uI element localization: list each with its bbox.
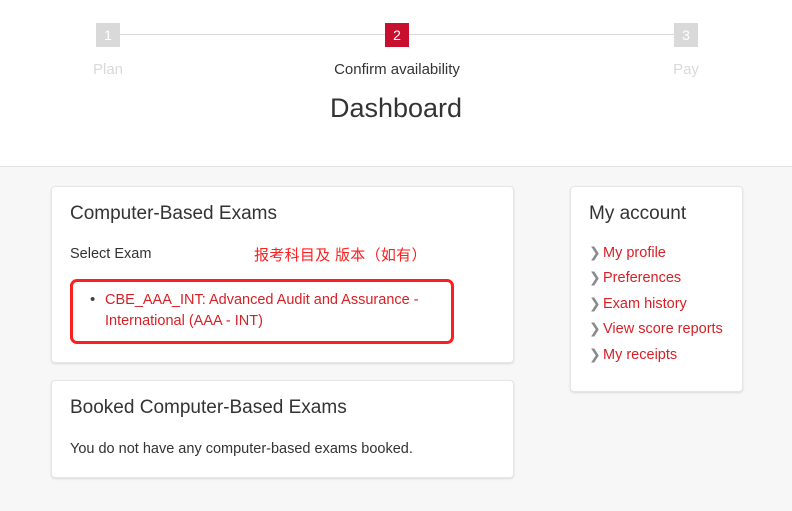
annotation-chinese-note: 报考科目及 版本（如有） — [254, 246, 427, 264]
list-item[interactable]: ❯ My profile — [589, 242, 724, 264]
select-exam-label: Select Exam — [70, 245, 152, 262]
chevron-right-icon: ❯ — [589, 320, 601, 337]
list-item[interactable]: ❯ View score reports — [589, 318, 724, 340]
stepper-step-plan[interactable]: 1 Plan — [28, 23, 188, 78]
account-link-view-score-reports[interactable]: View score reports — [603, 318, 723, 340]
booked-exams-empty-message: You do not have any computer-based exams… — [70, 440, 413, 457]
exam-list: CBE_AAA_INT: Advanced Audit and Assuranc… — [83, 289, 441, 332]
stepper-step-confirm-availability[interactable]: 2 Confirm availability — [317, 23, 477, 78]
my-account-title: My account — [589, 203, 687, 224]
exam-link-aaa-int[interactable]: CBE_AAA_INT: Advanced Audit and Assuranc… — [105, 292, 419, 329]
stepper-step-3-badge: 3 — [674, 23, 698, 47]
list-item[interactable]: ❯ My receipts — [589, 344, 724, 366]
page-header: 1 Plan 2 Confirm availability 3 Pay Dash… — [0, 0, 792, 167]
computer-based-exams-card: Computer-Based Exams Select Exam 报考科目及 版… — [51, 186, 514, 363]
computer-based-exams-title: Computer-Based Exams — [70, 203, 277, 224]
chevron-right-icon: ❯ — [589, 345, 601, 362]
chevron-right-icon: ❯ — [589, 269, 601, 286]
booked-computer-based-exams-card: Booked Computer-Based Exams You do not h… — [51, 379, 514, 478]
main-column: Computer-Based Exams Select Exam 报考科目及 版… — [51, 186, 514, 495]
booked-exams-title: Booked Computer-Based Exams — [70, 396, 347, 418]
select-exam-row: Select Exam 报考科目及 版本（如有） — [70, 245, 495, 271]
stepper-step-pay[interactable]: 3 Pay — [606, 23, 766, 78]
account-link-my-receipts[interactable]: My receipts — [603, 344, 677, 366]
stepper-step-2-label: Confirm availability — [334, 61, 460, 78]
stepper-step-2-badge: 2 — [385, 23, 409, 47]
page-content: Computer-Based Exams Select Exam 报考科目及 版… — [0, 167, 792, 478]
list-item[interactable]: ❯ Exam history — [589, 293, 724, 315]
my-account-card: My account ❯ My profile ❯ Preferences ❯ … — [570, 186, 743, 393]
stepper-step-1-badge: 1 — [96, 23, 120, 47]
chevron-right-icon: ❯ — [589, 294, 601, 311]
progress-stepper: 1 Plan 2 Confirm availability 3 Pay — [0, 0, 792, 78]
list-item[interactable]: ❯ Preferences — [589, 267, 724, 289]
account-link-exam-history[interactable]: Exam history — [603, 293, 687, 315]
exam-list-highlight-box: CBE_AAA_INT: Advanced Audit and Assuranc… — [70, 278, 454, 344]
stepper-step-3-label: Pay — [673, 61, 699, 78]
account-link-preferences[interactable]: Preferences — [603, 267, 681, 289]
my-account-link-list: ❯ My profile ❯ Preferences ❯ Exam histor… — [589, 242, 724, 366]
chevron-right-icon: ❯ — [589, 243, 601, 260]
stepper-step-1-label: Plan — [92, 61, 124, 78]
sidebar-column: My account ❯ My profile ❯ Preferences ❯ … — [570, 186, 743, 409]
list-item: CBE_AAA_INT: Advanced Audit and Assuranc… — [90, 289, 441, 332]
account-link-my-profile[interactable]: My profile — [603, 242, 666, 264]
